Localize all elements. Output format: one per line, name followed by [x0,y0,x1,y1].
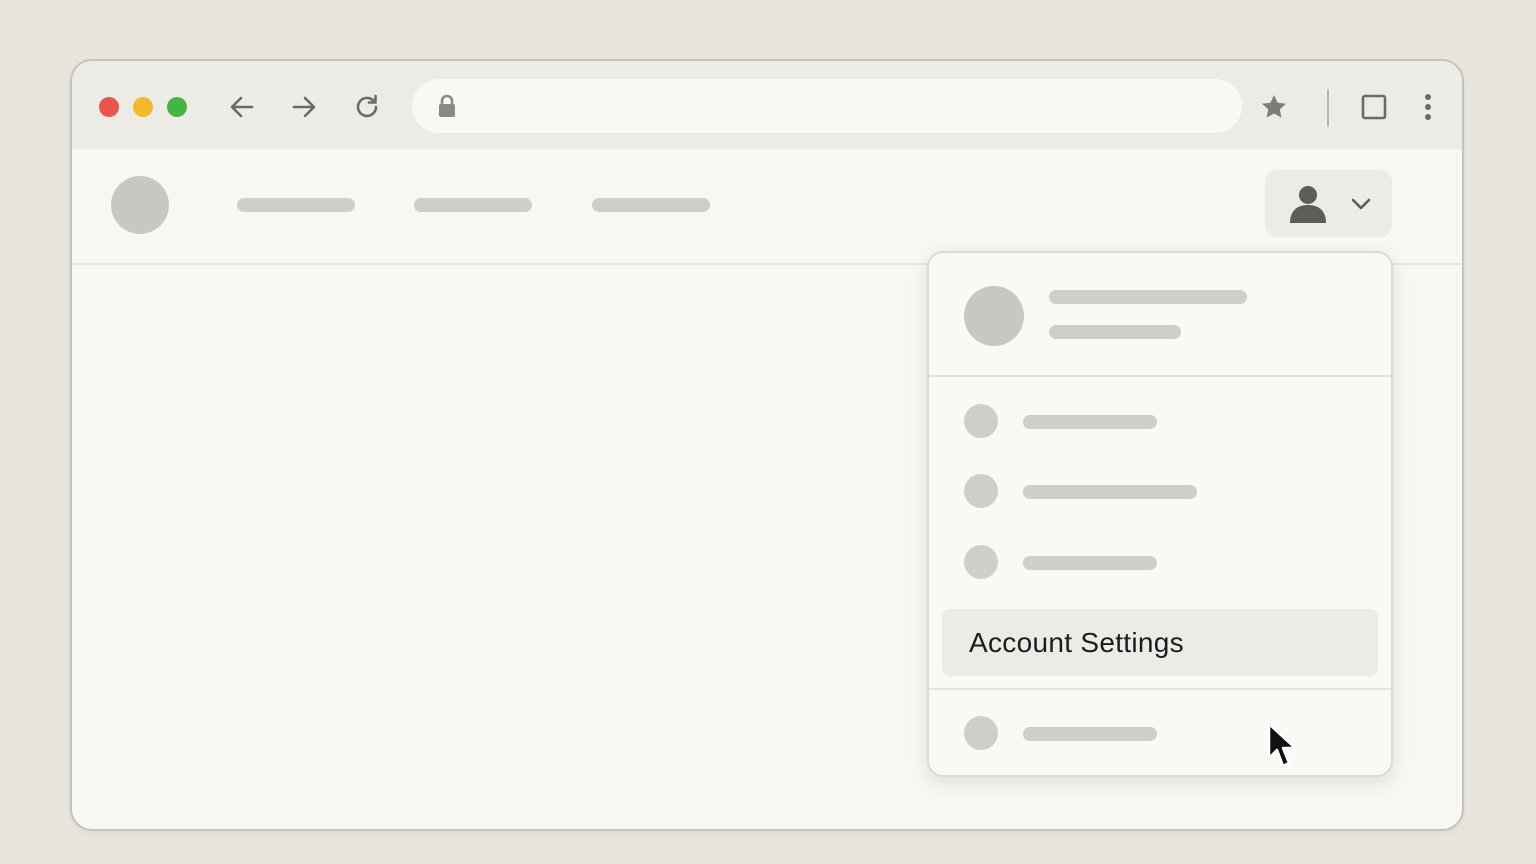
menu-item-label-placeholder [1023,485,1197,499]
nav-link-placeholder[interactable] [237,198,355,212]
back-button[interactable] [224,89,260,125]
tab-view-button[interactable] [1356,89,1392,125]
nav-link-placeholder[interactable] [592,198,710,212]
avatar [964,286,1024,346]
site-logo[interactable] [111,176,169,234]
menu-item-label-placeholder [1023,727,1157,741]
menu-item[interactable] [929,387,1391,457]
menu-item-icon [964,474,998,508]
menu-item[interactable] [929,528,1391,598]
nav-link-placeholder[interactable] [414,198,532,212]
account-dropdown-menu: Account Settings [927,251,1393,777]
menu-item-icon [964,404,998,438]
chevron-down-icon [1351,198,1371,210]
reload-button[interactable] [349,89,385,125]
arrow-right-icon [292,96,316,118]
account-settings-menu-item[interactable]: Account Settings [942,609,1378,676]
toolbar-divider [1327,89,1329,127]
menu-item[interactable] [929,699,1391,769]
lock-icon [434,93,460,119]
minimize-window-button[interactable] [133,97,153,117]
forward-button[interactable] [286,89,322,125]
profile-email-placeholder [1049,325,1181,339]
menu-divider [929,375,1391,377]
menu-item-label-placeholder [1023,415,1157,429]
menu-item-label-placeholder [1023,556,1157,570]
profile-summary[interactable] [929,253,1391,375]
bookmark-button[interactable] [1256,89,1292,125]
star-icon [1262,95,1286,118]
square-icon [1361,94,1387,120]
close-window-button[interactable] [99,97,119,117]
browser-window: Account Settings [70,59,1464,831]
arrow-left-icon [230,96,254,118]
address-bar[interactable] [412,79,1242,133]
page-content: Account Settings [72,149,1462,829]
reload-icon [356,94,378,118]
browser-toolbar [72,61,1462,149]
user-icon [1290,186,1326,223]
browser-menu-button[interactable] [1410,89,1446,125]
menu-item-icon [964,716,998,750]
menu-item[interactable] [929,457,1391,527]
menu-divider [929,688,1391,690]
mouse-pointer-icon [1267,722,1297,768]
account-menu-button[interactable] [1265,170,1392,237]
account-settings-label: Account Settings [969,626,1184,658]
maximize-window-button[interactable] [167,97,187,117]
menu-item-icon [964,545,998,579]
profile-name-placeholder [1049,290,1247,304]
more-vertical-icon [1425,94,1431,120]
